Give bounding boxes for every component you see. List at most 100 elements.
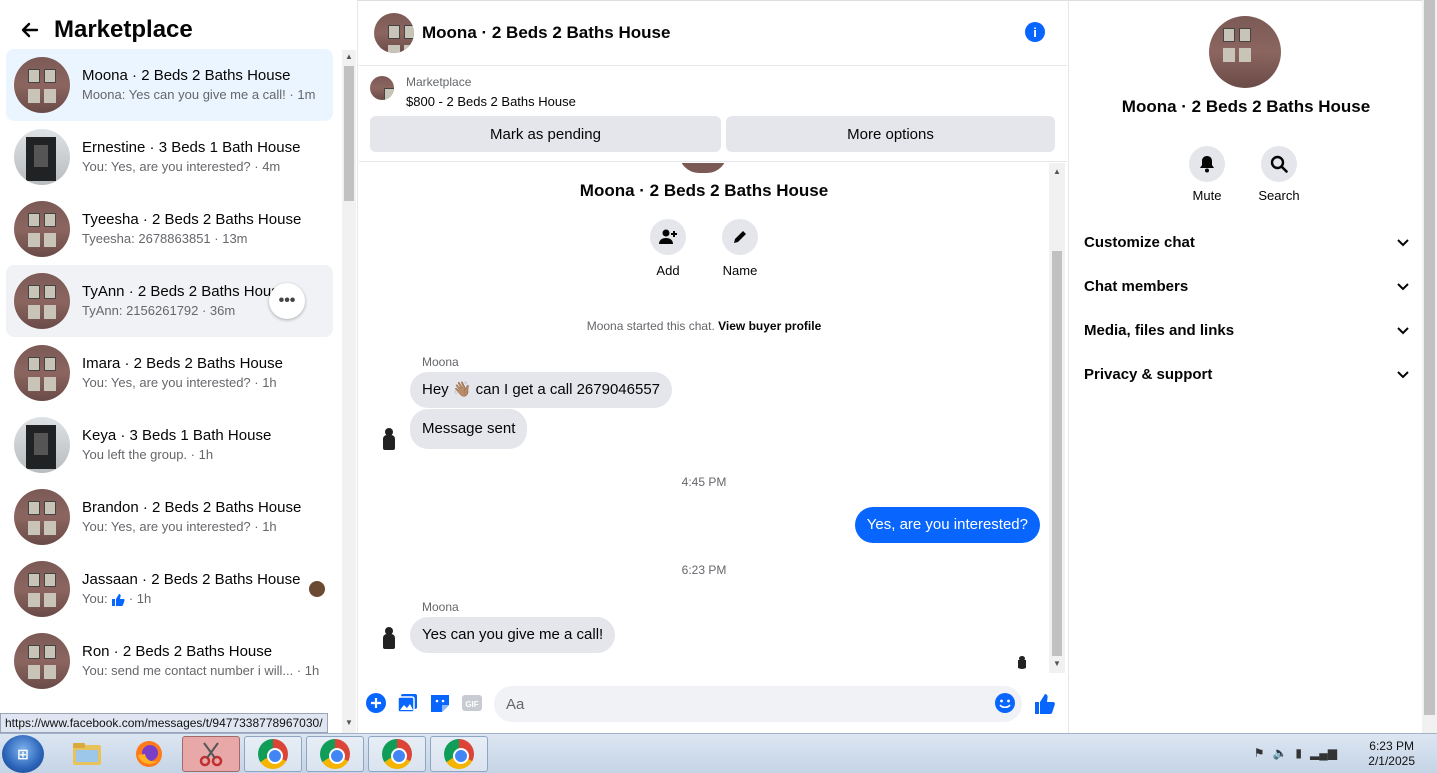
chevron-down-icon bbox=[1397, 322, 1409, 339]
chrome-profile-teal-icon[interactable] bbox=[430, 736, 488, 772]
conversation-name: Jassaan · 2 Beds 2 Baths House bbox=[82, 571, 301, 588]
conversation-preview: You: send me contact number i will... · … bbox=[82, 663, 320, 678]
bell-icon[interactable] bbox=[1189, 146, 1225, 182]
chat-scrollbar[interactable]: ▲ ▼ bbox=[1049, 163, 1065, 673]
thumbs-up-icon[interactable] bbox=[1033, 692, 1057, 716]
scrollbar-thumb[interactable] bbox=[344, 66, 354, 201]
thread-avatar bbox=[679, 163, 727, 173]
system-text: Moona started this chat. bbox=[586, 319, 715, 333]
name-action[interactable]: Name bbox=[710, 219, 770, 278]
volume-icon[interactable]: 🔈 bbox=[1272, 746, 1287, 760]
conversation-item[interactable]: Jassaan · 2 Beds 2 Baths House You: · 1h bbox=[6, 553, 333, 625]
sender-name: Moona bbox=[422, 355, 459, 369]
conversation-name: Moona · 2 Beds 2 Baths House bbox=[82, 67, 291, 84]
chrome-profile-icon[interactable] bbox=[306, 736, 364, 772]
scroll-up-icon[interactable]: ▲ bbox=[1053, 167, 1061, 176]
scrollbar-thumb[interactable] bbox=[1052, 251, 1062, 656]
profile-avatar[interactable] bbox=[1209, 16, 1281, 88]
pencil-icon[interactable] bbox=[722, 219, 758, 255]
scroll-down-icon[interactable]: ▼ bbox=[1053, 659, 1061, 668]
firefox-icon[interactable] bbox=[120, 736, 178, 772]
chevron-down-icon bbox=[1397, 278, 1409, 295]
customize-chat-row[interactable]: Customize chat bbox=[1084, 222, 1409, 262]
conversation-item[interactable]: Moona · 2 Beds 2 Baths House Moona: Yes … bbox=[6, 49, 333, 121]
scroll-down-icon[interactable]: ▼ bbox=[345, 718, 353, 727]
conversation-avatar bbox=[14, 561, 70, 617]
search-label: Search bbox=[1258, 188, 1300, 203]
scrollbar-thumb[interactable] bbox=[1424, 0, 1435, 715]
mute-action[interactable]: Mute bbox=[1172, 146, 1242, 203]
add-person-icon[interactable] bbox=[650, 219, 686, 255]
conversation-item[interactable]: Brandon · 2 Beds 2 Baths House You: Yes,… bbox=[6, 481, 333, 553]
system-tray: ⚑ 🔈 ▮ ▂▄▆ bbox=[1254, 746, 1337, 760]
search-icon[interactable] bbox=[1261, 146, 1297, 182]
system-message: Moona started this chat. View buyer prof… bbox=[359, 319, 1049, 333]
gif-icon[interactable]: GIF bbox=[461, 692, 483, 714]
scroll-up-icon[interactable]: ▲ bbox=[345, 52, 353, 61]
add-label: Add bbox=[656, 263, 680, 278]
conversation-name: Imara · 2 Beds 2 Baths House bbox=[82, 355, 283, 372]
chrome-profile-h-icon[interactable] bbox=[244, 736, 302, 772]
conversation-preview: You: · 1h bbox=[82, 590, 300, 608]
svg-text:GIF: GIF bbox=[465, 700, 478, 709]
plus-icon[interactable] bbox=[365, 692, 387, 714]
message-bubble[interactable]: Message sent bbox=[410, 409, 528, 449]
conversation-item[interactable]: Ron · 2 Beds 2 Baths House You: send me … bbox=[6, 625, 333, 697]
message-bubble[interactable]: Hey 👋🏽 can I get a call 2679046557 bbox=[410, 372, 673, 408]
sender-avatar[interactable] bbox=[375, 424, 403, 452]
listing-thumbnail[interactable] bbox=[370, 76, 394, 100]
thread-title: Moona · 2 Beds 2 Baths House bbox=[579, 181, 829, 200]
search-action[interactable]: Search bbox=[1244, 146, 1314, 203]
media-files-links-row[interactable]: Media, files and links bbox=[1084, 310, 1409, 350]
conversation-item[interactable]: Keya · 3 Beds 1 Bath House You left the … bbox=[6, 409, 333, 481]
chat-members-row[interactable]: Chat members bbox=[1084, 266, 1409, 306]
message-input[interactable] bbox=[494, 686, 1022, 722]
emoji-icon[interactable] bbox=[994, 692, 1016, 714]
windows-taskbar: ⊞ ⚑ 🔈 ▮ ▂▄▆ 6:23 PM 2/1/2025 bbox=[0, 733, 1437, 773]
read-receipt-avatar bbox=[309, 581, 325, 597]
conversation-item[interactable]: Imara · 2 Beds 2 Baths House You: Yes, a… bbox=[6, 337, 333, 409]
photo-icon[interactable] bbox=[397, 692, 419, 714]
conversation-name: TyAnn · 2 Beds 2 Baths House bbox=[82, 283, 277, 300]
back-arrow-icon[interactable] bbox=[10, 10, 50, 50]
preview-prefix: You: bbox=[82, 591, 108, 606]
more-options-button[interactable]: More options bbox=[726, 116, 1055, 152]
conversation-sidebar: Marketplace Moona · 2 Beds 2 Baths House… bbox=[0, 0, 358, 733]
conversation-item[interactable]: Ernestine · 3 Beds 1 Bath House You: Yes… bbox=[6, 121, 333, 193]
message-bubble-mine[interactable]: Yes, are you interested? bbox=[854, 507, 1040, 543]
system-clock[interactable]: 6:23 PM 2/1/2025 bbox=[1368, 739, 1415, 769]
battery-icon[interactable]: ▮ bbox=[1295, 746, 1302, 760]
conversation-item[interactable]: Tyeesha · 2 Beds 2 Baths House Tyeesha: … bbox=[6, 193, 333, 265]
timestamp: 6:23 PM bbox=[681, 563, 727, 577]
chat-avatar[interactable] bbox=[374, 12, 414, 53]
thumbs-up-icon bbox=[111, 593, 125, 607]
signal-icon[interactable]: ▂▄▆ bbox=[1310, 746, 1337, 760]
row-label: Customize chat bbox=[1084, 233, 1195, 251]
status-bar-url: https://www.facebook.com/messages/t/9477… bbox=[0, 713, 328, 733]
privacy-support-row[interactable]: Privacy & support bbox=[1084, 354, 1409, 394]
chat-title[interactable]: Moona · 2 Beds 2 Baths House bbox=[422, 23, 670, 43]
more-options-icon[interactable]: ••• bbox=[269, 283, 305, 319]
page-scrollbar[interactable] bbox=[1422, 0, 1437, 733]
sidebar-scrollbar[interactable]: ▲ ▼ bbox=[342, 50, 356, 733]
conversation-avatar bbox=[14, 57, 70, 113]
sticker-icon[interactable] bbox=[429, 692, 451, 714]
row-label: Media, files and links bbox=[1084, 321, 1235, 339]
clock-time: 6:23 PM bbox=[1369, 739, 1414, 753]
message-bubble[interactable]: Yes can you give me a call! bbox=[410, 617, 616, 653]
conversation-preview: You left the group. · 1h bbox=[82, 447, 214, 462]
network-warning-icon[interactable]: ⚑ bbox=[1254, 746, 1265, 760]
mark-pending-button[interactable]: Mark as pending bbox=[370, 116, 721, 152]
view-buyer-profile-link[interactable]: View buyer profile bbox=[718, 319, 821, 333]
snipping-tool-icon[interactable] bbox=[182, 736, 240, 772]
conversation-avatar bbox=[14, 417, 70, 473]
add-action[interactable]: Add bbox=[638, 219, 698, 278]
listing-price[interactable]: $800 - 2 Beds 2 Baths House bbox=[406, 94, 576, 109]
info-icon[interactable]: i bbox=[1025, 22, 1045, 42]
file-explorer-icon[interactable] bbox=[58, 736, 116, 772]
conversation-preview: You: Yes, are you interested? · 1h bbox=[82, 375, 277, 390]
chrome-profile-purple-icon[interactable] bbox=[368, 736, 426, 772]
windows-start-icon[interactable]: ⊞ bbox=[2, 735, 44, 773]
sender-avatar[interactable] bbox=[375, 623, 403, 651]
conversation-item[interactable]: TyAnn · 2 Beds 2 Baths House TyAnn: 2156… bbox=[6, 265, 333, 337]
